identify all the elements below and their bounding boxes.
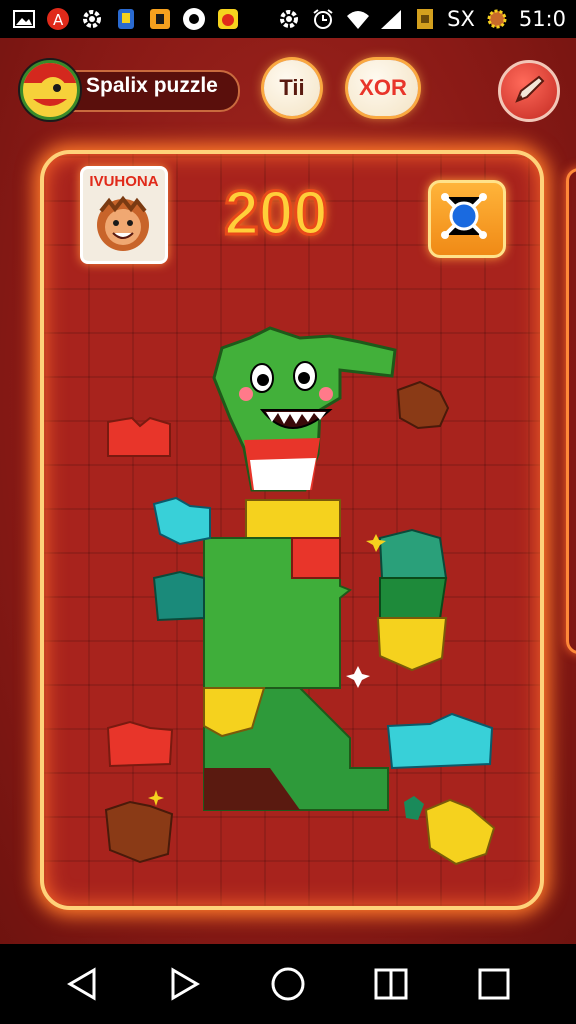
piece-teal-right[interactable] [378,528,448,579]
sim-icon [413,7,437,31]
piece-brown-top-right[interactable] [396,380,450,430]
sparkle-star-icon [148,790,164,806]
game-screen: Spalix puzzle Tii XOR IVUHONA 200 [0,38,576,944]
app-a-icon: A [46,7,70,31]
split-icon[interactable] [369,962,413,1006]
home-icon[interactable] [266,962,310,1006]
app-circle-icon [182,7,206,31]
app-bottle-icon [114,7,138,31]
piece-cyan-left[interactable] [152,496,211,546]
clock: 51:0 [518,7,566,31]
gear-icon [277,7,301,31]
wifi-icon [345,7,370,31]
app-face-icon [216,7,240,31]
settings-gear-icon [80,7,104,31]
piece-red-left-top[interactable] [107,416,171,457]
piece-red-mid[interactable] [291,537,341,579]
carrier-text: SX [447,7,475,31]
sparkle-star-icon [346,666,370,688]
back-icon[interactable] [60,962,104,1006]
app-square-icon [148,7,172,31]
piece-teal-left[interactable] [152,570,205,622]
piece-green-right[interactable] [379,577,448,619]
monster-piece[interactable] [212,326,397,492]
status-bar: A SX 51:0 [0,0,576,38]
navigation-bar [0,944,576,1024]
piece-teal-small[interactable] [404,796,424,820]
svg-text:A: A [53,11,64,29]
puzzle-pieces [104,326,496,866]
alarm-icon [311,7,335,31]
forward-icon[interactable] [163,962,207,1006]
piece-yellow-top[interactable] [245,499,341,539]
piece-yellow-bottom-right[interactable] [424,798,496,866]
gallery-icon [12,7,36,31]
piece-yellow-right[interactable] [376,617,448,672]
piece-brown-bottom-left[interactable] [104,800,174,864]
cog-icon [485,7,509,31]
piece-cyan-right[interactable] [386,712,494,770]
piece-red-left-bottom[interactable] [106,720,174,768]
recents-icon[interactable] [472,962,516,1006]
signal-icon [379,7,403,31]
